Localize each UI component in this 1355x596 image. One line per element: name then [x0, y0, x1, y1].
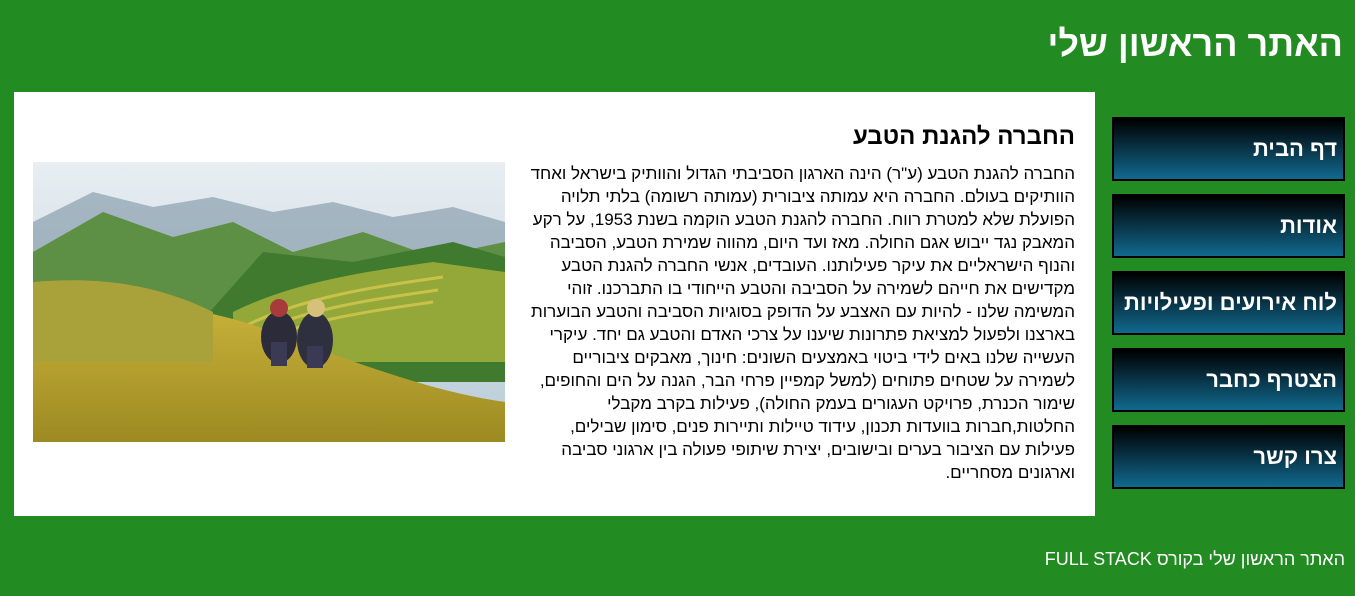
- nav-item-contact[interactable]: צרו קשר: [1112, 425, 1345, 489]
- article-title: החברה להגנת הטבע: [852, 123, 1075, 150]
- sidebar-nav: דף הבית אודות לוח אירועים ופעילויות הצטר…: [1112, 117, 1345, 502]
- article-body: החברה להגנת הטבע (ע"ר) הינה הארגון הסביב…: [530, 164, 1075, 482]
- footer-text: האתר הראשון שלי בקורס FULL STACK: [1044, 549, 1345, 569]
- nav-item-about[interactable]: אודות: [1112, 194, 1345, 258]
- site-title: האתר הראשון שלי: [1047, 23, 1343, 64]
- article: החברה להגנת הטבע (ע"ר) הינה הארגון הסביב…: [14, 162, 1075, 484]
- nav-item-events[interactable]: לוח אירועים ופעילויות: [1112, 271, 1345, 335]
- nav-item-home[interactable]: דף הבית: [1112, 117, 1345, 181]
- nav-item-join[interactable]: הצטרף כחבר: [1112, 348, 1345, 412]
- rice-terraces-photo: [33, 162, 505, 442]
- main-content: החברה להגנת הטבע החברה להגנת הטבע (ע"ר) …: [14, 92, 1095, 516]
